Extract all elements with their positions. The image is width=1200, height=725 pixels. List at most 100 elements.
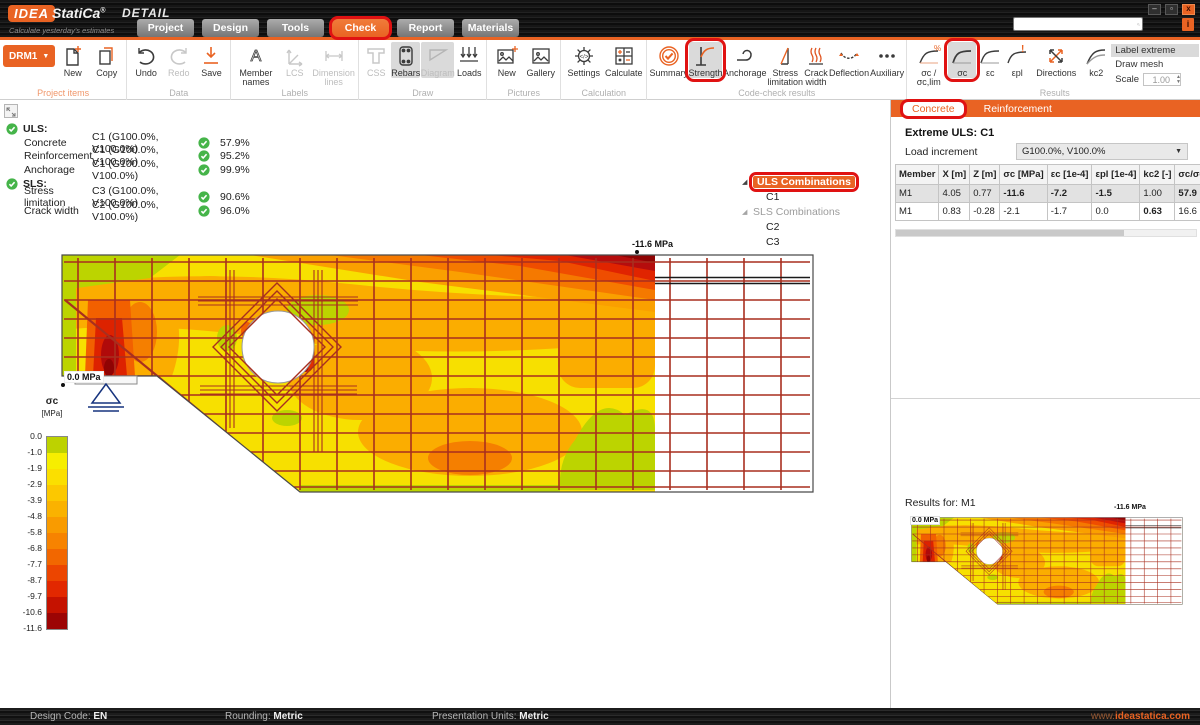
epsilon-c-result-button[interactable]: εc: [977, 42, 1003, 78]
mini-min-stress-label: 0.0 MPa: [910, 516, 940, 525]
stress-contour-plot[interactable]: [0, 240, 830, 508]
info-button[interactable]: i: [1182, 18, 1194, 31]
extremes-table: MemberX [m] Z [m]σc [MPa] εc [1e-4]εpl […: [895, 164, 1200, 221]
gallery-button[interactable]: Gallery: [524, 42, 557, 78]
new-picture-button[interactable]: New: [490, 42, 523, 78]
new-picture-icon: [495, 44, 519, 68]
undo-button[interactable]: Undo: [130, 42, 162, 78]
sigma-ratio-result-button[interactable]: % σc / σc,lim: [910, 42, 947, 88]
directions-icon: [1044, 44, 1068, 68]
load-increment-label: Load increment: [905, 146, 977, 158]
anchorage-result-button[interactable]: Anchorage: [723, 42, 767, 78]
mini-stress-plot[interactable]: [909, 512, 1185, 608]
settings-button[interactable]: </> Settings: [564, 42, 603, 78]
tree-expander-icon[interactable]: ◢: [742, 178, 753, 186]
expand-view-button[interactable]: [4, 104, 18, 118]
copy-button[interactable]: Copy: [90, 42, 123, 78]
tree-item-sls-combinations[interactable]: SLS Combinations: [753, 206, 840, 218]
directions-result-button[interactable]: Directions: [1031, 42, 1081, 78]
search-input[interactable]: [1014, 19, 1137, 29]
sigma-c-icon: [950, 44, 974, 68]
tab-materials[interactable]: Materials: [462, 19, 519, 37]
loads-icon: [457, 44, 481, 68]
tab-project[interactable]: Project: [137, 19, 194, 37]
legend-tick: -1.9: [6, 463, 42, 473]
check-ok-icon: [6, 123, 18, 135]
rebars-toggle[interactable]: Rebars: [391, 42, 420, 78]
tree-item-uls-combinations[interactable]: ULS Combinations: [753, 176, 855, 188]
loads-toggle[interactable]: Loads: [455, 42, 483, 78]
panel-divider: [891, 398, 1200, 399]
deflection-result-button[interactable]: Deflection: [829, 42, 869, 78]
auxiliary-result-button[interactable]: Auxiliary: [870, 42, 904, 78]
draw-mesh-toggle[interactable]: Draw mesh: [1111, 58, 1199, 71]
tab-reinforcement[interactable]: Reinforcement: [984, 103, 1052, 115]
tab-design[interactable]: Design: [202, 19, 259, 37]
legend-tick: -8.7: [6, 575, 42, 585]
results-panel-tabs: Concrete Reinforcement: [891, 100, 1200, 117]
anchorage-icon: [733, 44, 757, 68]
search-box[interactable]: [1013, 17, 1143, 31]
ellipsis-icon: [875, 44, 899, 68]
scale-spinner[interactable]: ▲▼: [1176, 75, 1181, 84]
epsilon-pl-result-button[interactable]: ! εpl: [1004, 42, 1030, 78]
svg-text:</>: </>: [579, 54, 588, 60]
gallery-icon: [529, 44, 553, 68]
chevron-down-icon: ▼: [1175, 148, 1182, 155]
expand-arrows-icon: [5, 106, 17, 118]
minimize-button[interactable]: –: [1148, 4, 1161, 15]
tab-report[interactable]: Report: [397, 19, 454, 37]
kc2-result-button[interactable]: kc2: [1082, 42, 1110, 78]
results-for-title: Results for: M1: [905, 497, 976, 509]
calculate-button[interactable]: Calculate: [604, 42, 643, 78]
status-bar: Design Code: EN Rounding: Metric Present…: [0, 708, 1200, 725]
table-row[interactable]: M14.05 0.77-11.6 -7.2-1.5 1.0057.9: [896, 185, 1200, 203]
label-extreme-toggle[interactable]: Label extreme: [1111, 44, 1199, 57]
undo-icon: [134, 44, 158, 68]
load-increment-dropdown[interactable]: G100.0%, V100.0% ▼: [1016, 143, 1188, 160]
save-button[interactable]: Save: [196, 42, 228, 78]
ribbon-group-results: % σc / σc,lim σc εc ! εpl: [907, 40, 1200, 100]
summary-row-anchorage[interactable]: AnchorageC1 (G100.0%, V100.0%) 99.9%: [6, 163, 250, 177]
calculator-icon: [612, 44, 636, 68]
tab-concrete[interactable]: Concrete: [903, 102, 964, 116]
combinations-tree: ◢ ULS Combinations C1 ◢ SLS Combinations…: [742, 174, 855, 249]
tree-item-c2[interactable]: C2: [753, 221, 779, 233]
maximize-button[interactable]: ▫: [1165, 4, 1178, 15]
svg-text:A: A: [251, 48, 262, 65]
tree-item-c1[interactable]: C1: [753, 191, 779, 203]
legend-tick: -3.9: [6, 495, 42, 505]
title-bar: IDEA StatiCa® DETAIL Calculate yesterday…: [0, 0, 1200, 40]
legend-tick: -9.7: [6, 591, 42, 601]
redo-icon: [167, 44, 191, 68]
new-project-item-button[interactable]: New: [56, 42, 89, 78]
website-link[interactable]: www.ideastatica.com: [1091, 711, 1190, 722]
member-names-button[interactable]: A Member names: [234, 42, 277, 88]
summary-row-crack-width[interactable]: Crack widthC2 (G100.0%, V100.0%) 96.0%: [6, 204, 250, 218]
tab-tools[interactable]: Tools: [267, 19, 324, 37]
svg-text:!: !: [1021, 44, 1024, 55]
diagram-icon: [426, 44, 450, 68]
summary-check-icon: [656, 44, 682, 68]
rounding-value: Metric: [273, 711, 302, 722]
check-ok-icon: [198, 205, 210, 217]
member-names-icon: A: [244, 44, 268, 68]
summary-result-button[interactable]: Summary: [649, 42, 688, 78]
results-panel: Concrete Reinforcement Extreme ULS: C1 L…: [890, 100, 1200, 708]
css-button: CSS: [362, 42, 390, 78]
main-canvas[interactable]: ULS: ConcreteC1 (G100.0%, V100.0%) 57.9%…: [0, 100, 889, 708]
sigma-c-result-button[interactable]: σc: [948, 42, 976, 78]
module-name: DETAIL: [122, 6, 170, 20]
table-row[interactable]: M10.83 -0.28-2.1 -1.70.0 0.6316.6: [896, 203, 1200, 221]
project-item-selector[interactable]: DRM1▼: [3, 45, 55, 67]
stress-limitation-result-button[interactable]: Stress limitation: [768, 42, 804, 88]
tree-expander-icon[interactable]: ◢: [742, 208, 753, 216]
strength-result-button[interactable]: Strength: [689, 42, 722, 78]
crack-width-result-button[interactable]: Crack width: [804, 42, 828, 88]
tagline: Calculate yesterday's estimates: [9, 26, 114, 35]
tab-check[interactable]: Check: [332, 19, 389, 37]
idea-logo: IDEA: [8, 5, 55, 22]
deflection-icon: [837, 44, 861, 68]
table-horizontal-scrollbar[interactable]: [895, 229, 1197, 237]
close-button[interactable]: x: [1182, 4, 1195, 15]
